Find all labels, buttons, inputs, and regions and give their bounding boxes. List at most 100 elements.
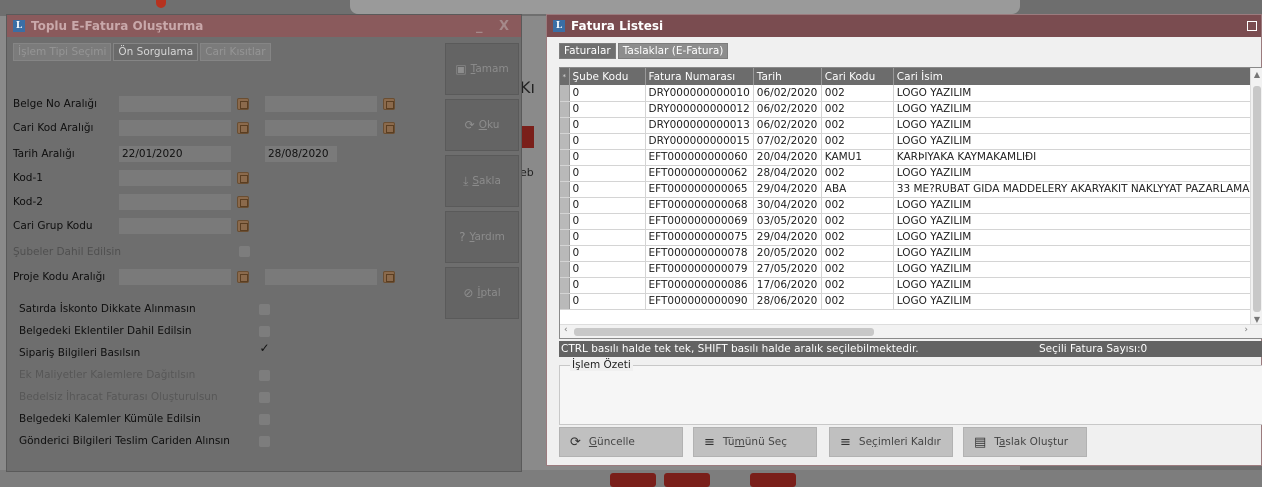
proje-start-picker-icon[interactable] (237, 271, 249, 283)
cell-tarih[interactable]: 17/06/2020 (753, 277, 822, 294)
proje-start-input[interactable] (119, 269, 231, 285)
cell-cari-kodu[interactable]: 002 (821, 165, 894, 182)
cell-cari-isim[interactable]: LOGO YAZILIM (893, 165, 1254, 182)
cell-tarih[interactable]: 29/04/2020 (753, 181, 822, 198)
cell-sube-kodu[interactable]: 0 (569, 261, 646, 278)
row-indicator[interactable] (560, 261, 570, 278)
column-header-cari-kodu[interactable]: Cari Kodu (821, 68, 894, 85)
table-row[interactable]: 0 EFT000000000075 29/04/2020 002 LOGO YAZILI… (560, 229, 1254, 246)
tumunu-sec-button[interactable]: ≡ Tümünü Seç (693, 427, 817, 457)
cell-sube-kodu[interactable]: 0 (569, 197, 646, 214)
cell-fatura-numarasi[interactable]: DRY000000000015 (645, 133, 754, 150)
vertical-scroll-thumb[interactable] (1253, 86, 1261, 312)
cell-cari-kodu[interactable]: 002 (821, 261, 894, 278)
cell-tarih[interactable]: 20/05/2020 (753, 245, 822, 262)
cell-cari-isim[interactable]: LOGO YAZILIM (893, 277, 1254, 294)
cari-kod-end-picker-icon[interactable] (383, 122, 395, 134)
tab-faturalar[interactable]: Faturalar (559, 43, 616, 59)
cell-cari-kodu[interactable]: 002 (821, 197, 894, 214)
cell-fatura-numarasi[interactable]: EFT000000000068 (645, 197, 754, 214)
kod2-input[interactable] (119, 194, 231, 210)
table-row[interactable]: 0 EFT000000000090 28/06/2020 002 LOGO YAZILI… (560, 293, 1254, 310)
cell-tarih[interactable]: 07/02/2020 (753, 133, 822, 150)
row-indicator[interactable] (560, 117, 570, 134)
cell-sube-kodu[interactable]: 0 (569, 85, 646, 102)
cell-tarih[interactable]: 06/02/2020 (753, 117, 822, 134)
scroll-up-icon[interactable]: ▲ (1251, 70, 1262, 79)
cell-cari-isim[interactable]: LOGO YAZILIM (893, 101, 1254, 118)
row-indicator[interactable] (560, 213, 570, 230)
cell-fatura-numarasi[interactable]: DRY000000000012 (645, 101, 754, 118)
guncelle-button[interactable]: ⟳ Güncelle (559, 427, 683, 457)
table-row[interactable]: 0 EFT000000000069 03/05/2020 002 LOGO YAZILI… (560, 213, 1254, 230)
cell-tarih[interactable]: 29/04/2020 (753, 229, 822, 246)
tab-cari-kisitlar[interactable]: Cari Kısıtlar (200, 43, 271, 61)
table-row[interactable]: 0 EFT000000000060 20/04/2020 KAMU1 KARÞIYAKA… (560, 149, 1254, 166)
option-kumule-checkbox[interactable] (259, 414, 270, 425)
cell-sube-kodu[interactable]: 0 (569, 181, 646, 198)
table-row[interactable]: 0 EFT000000000062 28/04/2020 002 LOGO YAZILI… (560, 165, 1254, 182)
cell-fatura-numarasi[interactable]: EFT000000000079 (645, 261, 754, 278)
cell-fatura-numarasi[interactable]: EFT000000000090 (645, 293, 754, 310)
cell-cari-kodu[interactable]: 002 (821, 293, 894, 310)
cell-tarih[interactable]: 06/02/2020 (753, 85, 822, 102)
cell-fatura-numarasi[interactable]: EFT000000000065 (645, 181, 754, 198)
window-controls[interactable]: _ X (476, 19, 515, 34)
belge-no-end-picker-icon[interactable] (383, 98, 395, 110)
row-indicator[interactable] (560, 165, 570, 182)
cell-cari-isim[interactable]: LOGO YAZILIM (893, 117, 1254, 134)
scroll-down-icon[interactable]: ▼ (1251, 315, 1262, 324)
taslak-olustur-button[interactable]: ▤ Taslak Oluştur (963, 427, 1087, 457)
column-header-cari-isim[interactable]: Cari İsim (893, 68, 1254, 85)
secimleri-kaldir-button[interactable]: ≡ Seçimleri Kaldır (829, 427, 953, 457)
kod1-picker-icon[interactable] (237, 172, 249, 184)
maximize-icon[interactable] (1247, 21, 1257, 31)
row-indicator[interactable] (560, 85, 570, 102)
row-indicator-header[interactable]: * (560, 68, 570, 85)
cell-tarih[interactable]: 03/05/2020 (753, 213, 822, 230)
cell-cari-isim[interactable]: LOGO YAZILIM (893, 229, 1254, 246)
belge-no-start-input[interactable] (119, 96, 231, 112)
table-row[interactable]: 0 DRY000000000013 06/02/2020 002 LOGO YAZILI… (560, 117, 1254, 134)
belge-no-start-picker-icon[interactable] (237, 98, 249, 110)
cell-cari-isim[interactable]: LOGO YAZILIM (893, 293, 1254, 310)
cell-fatura-numarasi[interactable]: EFT000000000086 (645, 277, 754, 294)
cell-fatura-numarasi[interactable]: EFT000000000060 (645, 149, 754, 166)
cell-sube-kodu[interactable]: 0 (569, 293, 646, 310)
cell-tarih[interactable]: 28/04/2020 (753, 165, 822, 182)
cell-cari-isim[interactable]: LOGO YAZILIM (893, 197, 1254, 214)
horizontal-scrollbar[interactable]: ‹ › (560, 324, 1262, 338)
cell-sube-kodu[interactable]: 0 (569, 213, 646, 230)
cell-cari-isim[interactable]: LOGO YAZILIM (893, 245, 1254, 262)
cell-sube-kodu[interactable]: 0 (569, 277, 646, 294)
iptal-button[interactable]: ⊘ İptal (445, 267, 519, 319)
cell-sube-kodu[interactable]: 0 (569, 149, 646, 166)
table-row[interactable]: 0 DRY000000000015 07/02/2020 002 LOGO YAZILI… (560, 133, 1254, 150)
cell-fatura-numarasi[interactable]: EFT000000000069 (645, 213, 754, 230)
cari-kod-start-picker-icon[interactable] (237, 122, 249, 134)
cell-fatura-numarasi[interactable]: EFT000000000075 (645, 229, 754, 246)
tab-on-sorgulama[interactable]: Ön Sorgulama (113, 43, 199, 61)
sakla-button[interactable]: ⤓ Sakla (445, 155, 519, 207)
table-row[interactable]: 0 EFT000000000079 27/05/2020 002 LOGO YAZILI… (560, 261, 1254, 278)
cell-cari-kodu[interactable]: 002 (821, 277, 894, 294)
table-row[interactable]: 0 EFT000000000065 29/04/2020 ABA 33 ME?RUBAT… (560, 181, 1254, 198)
tarih-end-input[interactable]: 28/08/2020 (265, 146, 337, 162)
proje-end-picker-icon[interactable] (383, 271, 395, 283)
cell-fatura-numarasi[interactable]: DRY000000000010 (645, 85, 754, 102)
cari-kod-end-input[interactable] (265, 120, 377, 136)
column-header-sube-kodu[interactable]: Şube Kodu (569, 68, 646, 85)
cari-grup-input[interactable] (119, 218, 231, 234)
table-row[interactable]: 0 EFT000000000078 20/05/2020 002 LOGO YAZILI… (560, 245, 1254, 262)
cell-cari-kodu[interactable]: 002 (821, 117, 894, 134)
table-row[interactable]: 0 EFT000000000086 17/06/2020 002 LOGO YAZILI… (560, 277, 1254, 294)
cell-sube-kodu[interactable]: 0 (569, 133, 646, 150)
cell-tarih[interactable]: 28/06/2020 (753, 293, 822, 310)
cell-cari-isim[interactable]: LOGO YAZILIM (893, 133, 1254, 150)
cell-cari-isim[interactable]: 33 ME?RUBAT GIDA MADDELERY AKARYAKIT NAK… (893, 181, 1254, 198)
cell-sube-kodu[interactable]: 0 (569, 165, 646, 182)
column-header-tarih[interactable]: Tarih (753, 68, 822, 85)
kod1-input[interactable] (119, 170, 231, 186)
cell-sube-kodu[interactable]: 0 (569, 229, 646, 246)
proje-end-input[interactable] (265, 269, 377, 285)
